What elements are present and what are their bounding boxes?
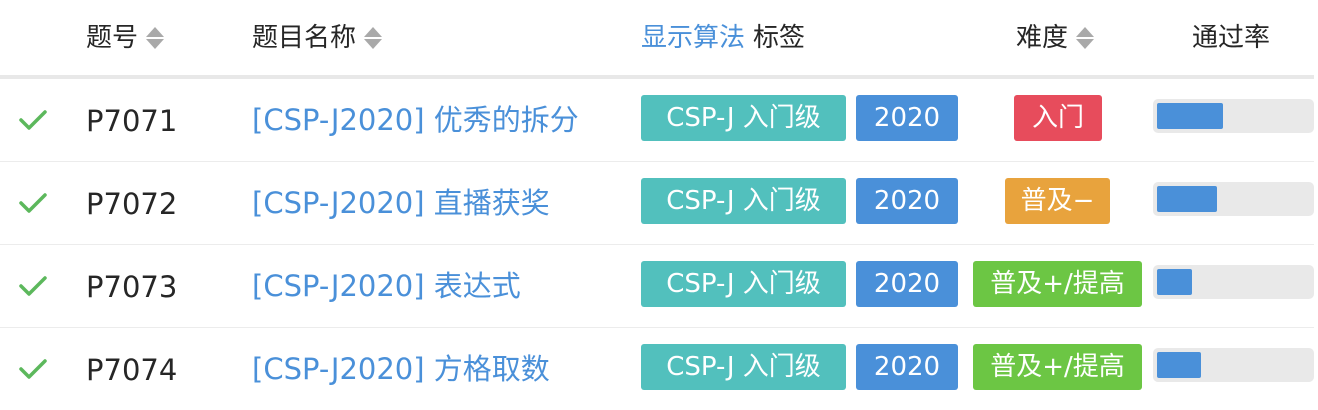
tag-year[interactable]: 2020: [856, 95, 958, 141]
difficulty-badge: 普及+/提高: [973, 344, 1142, 390]
problem-id: P7073: [86, 270, 178, 304]
column-header-name-label: 题目名称: [252, 23, 357, 53]
column-header-pass-rate-label: 通过率: [1192, 23, 1271, 53]
pass-rate-fill: [1157, 103, 1223, 129]
check-icon: [19, 110, 47, 130]
check-icon: [19, 276, 47, 296]
column-header-pid[interactable]: 题号: [86, 20, 165, 56]
sort-icon[interactable]: [1076, 26, 1095, 50]
problem-id: P7072: [86, 187, 178, 221]
table-header: 题号 题目名称 显示算法 标签 难度 通过率: [0, 0, 1314, 79]
tag-year[interactable]: 2020: [856, 178, 958, 224]
column-header-tags-label: 标签: [753, 23, 806, 53]
tag-level[interactable]: CSP-J 入门级: [641, 178, 846, 224]
check-icon: [19, 359, 47, 379]
sort-icon[interactable]: [364, 26, 383, 50]
pass-rate-fill: [1157, 186, 1217, 212]
table-row: P7073 [CSP-J2020] 表达式 CSP-J 入门级 2020 普及+…: [0, 245, 1314, 328]
tag-level[interactable]: CSP-J 入门级: [641, 261, 846, 307]
table-row: P7074 [CSP-J2020] 方格取数 CSP-J 入门级 2020 普及…: [0, 328, 1314, 410]
tag-year[interactable]: 2020: [856, 261, 958, 307]
problem-title-link[interactable]: [CSP-J2020] 优秀的拆分: [252, 100, 579, 140]
difficulty-badge: 入门: [1014, 95, 1102, 141]
pass-rate-fill: [1157, 269, 1192, 295]
problem-id: P7071: [86, 104, 178, 138]
difficulty-badge: 普及+/提高: [973, 261, 1142, 307]
column-header-pid-label: 题号: [86, 23, 139, 53]
tag-year[interactable]: 2020: [856, 344, 958, 390]
pass-rate-fill: [1157, 352, 1201, 378]
column-header-pass-rate: 通过率: [1192, 20, 1270, 56]
column-header-tags: 显示算法 标签: [641, 20, 805, 56]
problem-title-link[interactable]: [CSP-J2020] 方格取数: [252, 349, 550, 389]
problem-list-table: 题号 题目名称 显示算法 标签 难度 通过率 P7071 [CSP-J2020]…: [0, 0, 1314, 410]
difficulty-badge: 普及−: [1005, 178, 1110, 224]
pass-rate-bar: [1153, 99, 1314, 133]
tag-level[interactable]: CSP-J 入门级: [641, 344, 846, 390]
pass-rate-bar: [1153, 182, 1314, 216]
column-header-name[interactable]: 题目名称: [252, 20, 383, 56]
problem-title-link[interactable]: [CSP-J2020] 表达式: [252, 266, 521, 306]
tag-level[interactable]: CSP-J 入门级: [641, 95, 846, 141]
column-header-difficulty[interactable]: 难度: [1016, 20, 1095, 56]
sort-icon[interactable]: [146, 26, 165, 50]
pass-rate-bar: [1153, 265, 1314, 299]
show-algorithm-link[interactable]: 显示算法: [641, 20, 745, 56]
table-row: P7072 [CSP-J2020] 直播获奖 CSP-J 入门级 2020 普及…: [0, 162, 1314, 245]
column-header-difficulty-label: 难度: [1016, 23, 1069, 53]
table-body: P7071 [CSP-J2020] 优秀的拆分 CSP-J 入门级 2020 入…: [0, 79, 1314, 410]
check-icon: [19, 193, 47, 213]
problem-title-link[interactable]: [CSP-J2020] 直播获奖: [252, 183, 550, 223]
pass-rate-bar: [1153, 348, 1314, 382]
table-row: P7071 [CSP-J2020] 优秀的拆分 CSP-J 入门级 2020 入…: [0, 79, 1314, 162]
problem-id: P7074: [86, 353, 178, 387]
